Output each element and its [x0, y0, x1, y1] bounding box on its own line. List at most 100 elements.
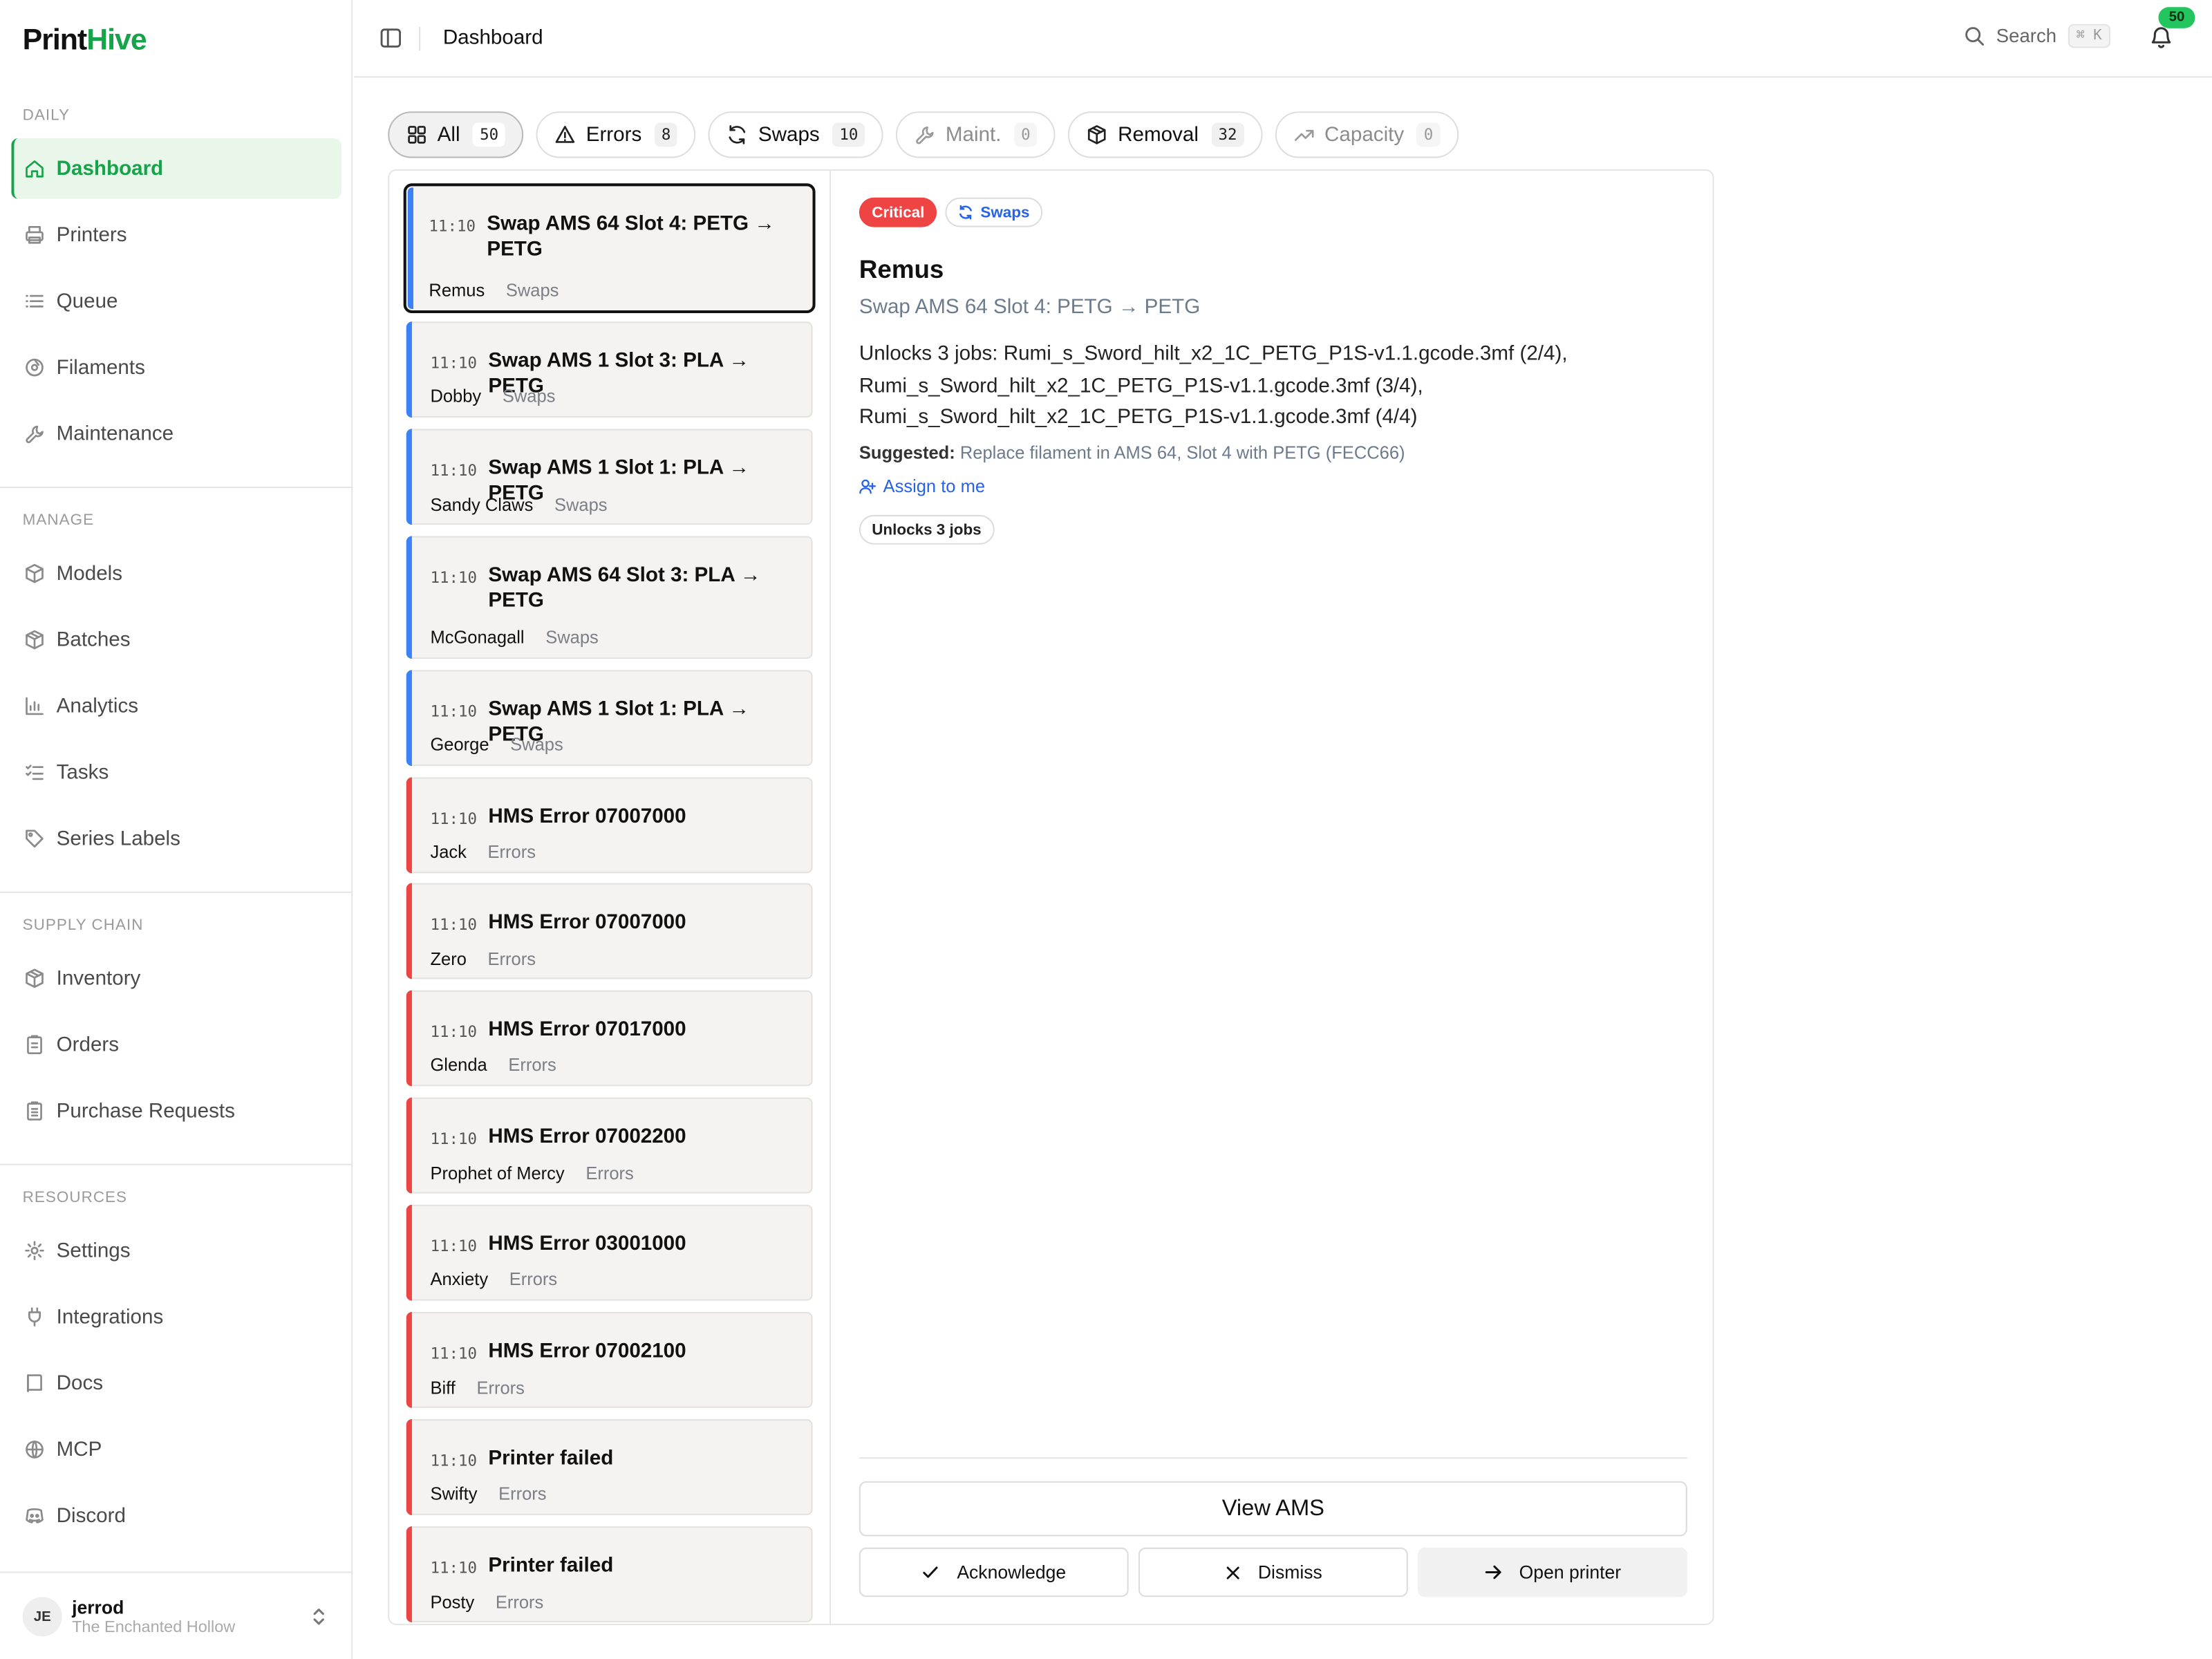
- alert-title: HMS Error 07007000: [488, 805, 686, 828]
- alert-category: Swaps: [505, 281, 559, 301]
- alert-detail: Critical Swaps Remus Swap AMS 64 Slot 4:…: [859, 171, 1687, 1624]
- sidebar-item-discord[interactable]: Discord: [11, 1485, 341, 1546]
- sidebar-item-label: MCP: [56, 1438, 102, 1461]
- alert-card[interactable]: 11:10 HMS Error 03001000 Anxiety Errors: [406, 1204, 813, 1301]
- alert-card[interactable]: 11:10 HMS Error 07002200 Prophet of Mercy E…: [406, 1097, 813, 1194]
- box-icon: [24, 563, 46, 584]
- sidebar-item-docs[interactable]: Docs: [11, 1353, 341, 1414]
- alert-time: 11:10: [430, 702, 478, 721]
- alert-card[interactable]: 11:10 Swap AMS 1 Slot 3: PLA → PETG Dobby S…: [406, 321, 813, 418]
- sidebar-item-models[interactable]: Models: [11, 543, 341, 604]
- sidebar-item-settings[interactable]: Settings: [11, 1220, 341, 1281]
- sidebar-item-analytics[interactable]: Analytics: [11, 676, 341, 737]
- alerts-panel: 11:10 Swap AMS 64 Slot 4: PETG → PETG Remu…: [388, 169, 1714, 1626]
- sidebar-item-tasks[interactable]: Tasks: [11, 742, 341, 803]
- user-menu[interactable]: JE jerrod The Enchanted Hollow: [0, 1571, 353, 1659]
- filter-pill-capacity[interactable]: Capacity 0: [1275, 111, 1459, 158]
- alert-category: Errors: [498, 1483, 547, 1504]
- alert-card[interactable]: 11:10 HMS Error 07002100 Biff Errors: [406, 1311, 813, 1408]
- alert-printer: Posty: [430, 1593, 475, 1613]
- tag-icon: [26, 830, 44, 848]
- assign-to-me-link[interactable]: Assign to me: [859, 476, 986, 497]
- assign-label: Assign to me: [883, 476, 986, 497]
- alert-card[interactable]: 11:10 Swap AMS 64 Slot 4: PETG → PETG Remu…: [403, 183, 816, 314]
- filter-pill-count: 50: [472, 122, 506, 147]
- alert-severity-stripe: [406, 321, 412, 418]
- sidebar-item-label: Queue: [56, 290, 118, 313]
- app-logo[interactable]: PrintHive: [23, 24, 147, 58]
- filter-pill-removal[interactable]: Removal 32: [1068, 111, 1263, 158]
- sidebar-item-integrations[interactable]: Integrations: [11, 1286, 341, 1347]
- alert-printer: Dobby: [430, 386, 482, 406]
- filter-pill-all[interactable]: All 50: [388, 111, 524, 158]
- sidebar-item-mcp[interactable]: MCP: [11, 1419, 341, 1480]
- sidebar-item-queue[interactable]: Queue: [11, 271, 341, 332]
- alert-severity-stripe: [406, 990, 412, 1087]
- filter-pill-maint[interactable]: Maint. 0: [896, 111, 1056, 158]
- sidebar-item-filaments[interactable]: Filaments: [11, 337, 341, 398]
- alert-card[interactable]: 11:10 HMS Error 07007000 Zero Errors: [406, 883, 813, 980]
- filter-pill-errors[interactable]: Errors 8: [536, 111, 697, 158]
- filter-pill-count: 8: [654, 122, 678, 147]
- package-icon: [26, 968, 44, 988]
- alert-title: HMS Error 07017000: [488, 1018, 686, 1042]
- package-icon: [1088, 125, 1107, 144]
- sidebar-item-label: Dashboard: [56, 157, 164, 180]
- package-icon: [24, 968, 46, 989]
- dismiss-button[interactable]: Dismiss: [1138, 1547, 1408, 1597]
- alert-title: Swap AMS 64 Slot 3: PLA → PETG: [488, 564, 761, 612]
- trend-up-icon: [1294, 129, 1314, 141]
- alert-card[interactable]: 11:10 Swap AMS 1 Slot 1: PLA → PETG George…: [406, 670, 813, 767]
- list-icon: [24, 290, 46, 312]
- sidebar-item-maintenance[interactable]: Maintenance: [11, 404, 341, 465]
- sidebar-item-purchase-requests[interactable]: Purchase Requests: [11, 1080, 341, 1141]
- alert-printer: Jack: [430, 842, 467, 862]
- alert-category: Swaps: [510, 735, 563, 755]
- view-ams-button[interactable]: View AMS: [859, 1481, 1687, 1537]
- alert-printer: McGonagall: [430, 628, 525, 648]
- sidebar-item-dashboard[interactable]: Dashboard: [11, 138, 341, 199]
- search-button[interactable]: Search ⌘ K: [1964, 24, 2110, 48]
- sidebar-item-orders[interactable]: Orders: [11, 1014, 341, 1075]
- sidebar-item-label: Settings: [56, 1239, 131, 1262]
- user-org: The Enchanted Hollow: [72, 1619, 236, 1637]
- close-icon: [1226, 1566, 1239, 1579]
- sidebar-item-printers[interactable]: Printers: [11, 205, 341, 265]
- alert-card[interactable]: 11:10 Swap AMS 1 Slot 1: PLA → PETG Sandy …: [406, 429, 813, 525]
- open-printer-button[interactable]: Open printer: [1418, 1547, 1687, 1597]
- sidebar-item-label: Models: [56, 562, 123, 585]
- plug-icon: [24, 1306, 46, 1328]
- alert-card[interactable]: 11:10 HMS Error 07017000 Glenda Errors: [406, 990, 813, 1087]
- alert-card[interactable]: 11:10 Swap AMS 64 Slot 3: PLA → PETG McGon…: [406, 536, 813, 659]
- discord-icon: [26, 1508, 44, 1524]
- alert-printer: Remus: [429, 281, 485, 301]
- alert-card[interactable]: 11:10 Printer failed Posty Errors: [406, 1526, 813, 1622]
- alert-severity-stripe: [406, 670, 412, 767]
- suggestion-label: Suggested:: [859, 442, 955, 463]
- filter-pill-label: Maint.: [945, 123, 1002, 147]
- sidebar-section-label: RESOURCES: [22, 1189, 128, 1206]
- filter-pill-swaps[interactable]: Swaps 10: [709, 111, 884, 158]
- acknowledge-button[interactable]: Acknowledge: [859, 1547, 1129, 1597]
- alert-category: Errors: [487, 842, 536, 862]
- printer-icon: [24, 224, 46, 245]
- description-line: Unlocks 3 jobs: Rumi_s_Sword_hilt_x2_1C_…: [859, 342, 1568, 366]
- topbar: Dashboard Search ⌘ K 50: [354, 0, 2212, 78]
- search-shortcut: ⌘ K: [2068, 24, 2110, 48]
- alert-time: 11:10: [430, 354, 478, 373]
- checklist-icon: [26, 765, 44, 780]
- alert-card[interactable]: 11:10 HMS Error 07007000 Jack Errors: [406, 777, 813, 874]
- alert-printer: Glenda: [430, 1055, 487, 1076]
- boxes-icon: [24, 629, 46, 650]
- alert-title: Printer failed: [488, 1554, 614, 1577]
- panel-toggle-icon[interactable]: [379, 27, 402, 50]
- sidebar-item-inventory[interactable]: Inventory: [11, 948, 341, 1009]
- severity-badge: Critical: [859, 197, 937, 227]
- sidebar-item-label: Analytics: [56, 695, 139, 718]
- gear-icon: [24, 1240, 46, 1262]
- filter-pill-count: 10: [832, 122, 865, 147]
- alert-printer: Swifty: [430, 1483, 478, 1504]
- sidebar-item-series-labels[interactable]: Series Labels: [11, 808, 341, 869]
- alert-card[interactable]: 11:10 Printer failed Swifty Errors: [406, 1419, 813, 1515]
- sidebar-item-batches[interactable]: Batches: [11, 610, 341, 671]
